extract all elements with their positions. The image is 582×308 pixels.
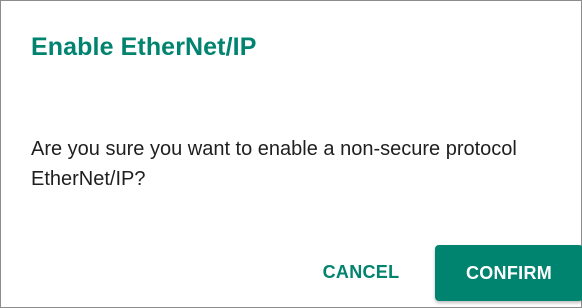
dialog-title: Enable EtherNet/IP <box>31 33 257 61</box>
confirm-button[interactable]: CONFIRM <box>435 245 582 301</box>
cancel-button[interactable]: CANCEL <box>307 245 415 299</box>
dialog-message: Are you sure you want to enable a non-se… <box>31 138 517 190</box>
confirm-dialog: Enable EtherNet/IP Are you sure you want… <box>0 0 582 308</box>
